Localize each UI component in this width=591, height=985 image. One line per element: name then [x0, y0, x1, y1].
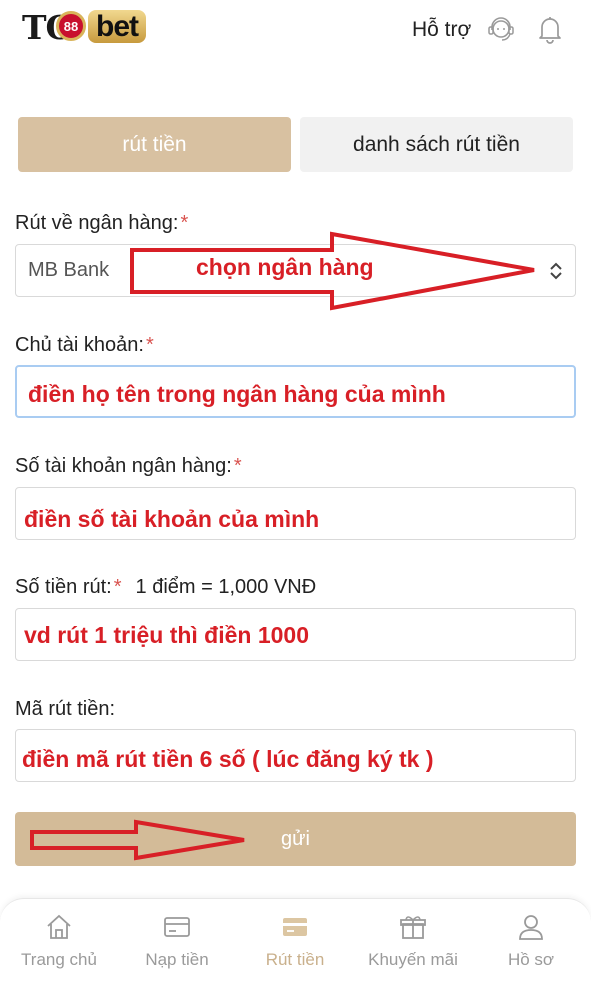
gift-icon	[400, 916, 426, 939]
bank-label: Rút về ngân hàng: *	[15, 212, 189, 234]
withdraw-card-icon	[283, 918, 307, 936]
annotation-pin: điền mã rút tiền 6 số ( lúc đăng ký tk )	[22, 746, 434, 772]
select-caret-icon	[550, 262, 562, 280]
submit-button[interactable]: gửi	[15, 812, 576, 866]
card-icon	[164, 917, 190, 937]
annotation-account-number: điền số tài khoản của mình	[24, 506, 320, 532]
annotation-bank: chọn ngân hàng	[196, 254, 374, 280]
nav-item-withdraw[interactable]: Rút tiền	[236, 899, 354, 985]
bank-select-value: MB Bank	[28, 259, 110, 281]
bottom-nav: Trang chủ Nạp tiền Rút tiền Khuyến mãi H…	[0, 898, 591, 985]
amount-label: Số tiền rút: * 1 điểm = 1,000 VNĐ	[15, 576, 317, 598]
nav-item-promotions[interactable]: Khuyến mãi	[354, 899, 472, 985]
account-number-label: Số tài khoản ngân hàng: *	[15, 455, 242, 477]
exchange-rate: 1 điểm = 1,000 VNĐ	[135, 576, 317, 598]
annotation-amount: vd rút 1 triệu thì điền 1000	[24, 622, 310, 648]
brand-logo[interactable]: TO 88 bet	[22, 6, 154, 47]
annotation-holder: điền họ tên trong ngân hàng của mình	[28, 381, 446, 407]
tab-withdraw[interactable]: rút tiền	[18, 117, 291, 172]
nav-item-deposit[interactable]: Nạp tiền	[118, 899, 236, 985]
tab-withdraw-history[interactable]: danh sách rút tiền	[300, 117, 573, 172]
home-icon	[47, 914, 71, 939]
nav-item-profile[interactable]: Hồ sơ	[472, 899, 590, 985]
bell-icon[interactable]	[536, 14, 564, 44]
pin-label: Mã rút tiền:	[15, 698, 116, 720]
user-icon	[519, 915, 543, 940]
header: TO 88 bet Hỗ trợ	[0, 0, 591, 60]
holder-label: Chủ tài khoản: *	[15, 334, 154, 356]
nav-item-home[interactable]: Trang chủ	[0, 899, 118, 985]
support-label[interactable]: Hỗ trợ	[412, 18, 471, 42]
headset-icon[interactable]	[486, 14, 516, 44]
